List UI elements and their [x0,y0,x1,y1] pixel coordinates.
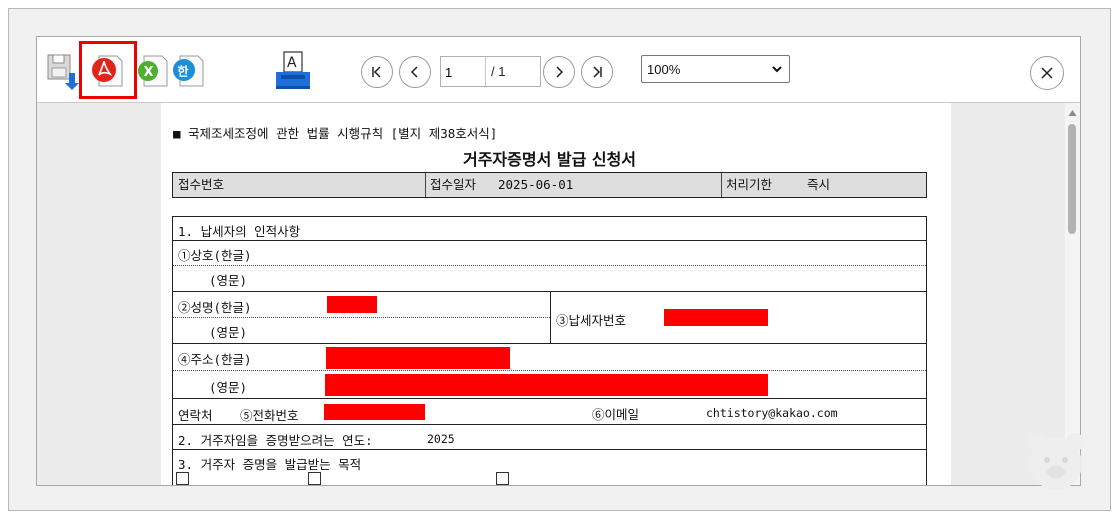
contact-label: 연락처 [178,408,213,423]
svg-text:X: X [144,65,154,80]
first-page-icon [372,66,381,78]
email-value: chtistory@kakao.com [706,406,838,420]
next-page-button[interactable] [543,56,575,88]
receipt-divider [425,173,426,197]
form-title: 거주자증명서 발급 신청서 [462,150,637,169]
receipt-number-label: 접수번호 [178,177,225,192]
receipt-divider [721,173,722,197]
address-en-label: (영문) [209,380,248,395]
chevron-left-icon [410,66,418,78]
taxpayer-info-table: 1. 납세자의 인적사항 ①상호(한글) (영문) ②성명(한글) (영문) ③… [172,216,927,485]
prev-page-button[interactable] [399,56,431,88]
close-icon [1041,67,1053,79]
section3-heading: 3. 거주자 증명을 발급받는 목적 [178,457,362,472]
address-ko-label: ④주소(한글) [178,352,252,367]
scroll-up-icon[interactable] [1068,109,1077,117]
total-pages: / 1 [491,64,506,79]
chevron-right-icon [556,66,564,78]
close-button[interactable] [1030,56,1064,90]
row-line [173,343,926,344]
pdf-icon[interactable] [90,53,123,87]
document-page: ■ 국제조세조정에 관한 법률 시행규칙 [별지 제38호서식] 거주자증명서 … [161,103,951,485]
zoom-select[interactable]: 100% [641,55,790,83]
purpose-checkbox[interactable] [308,472,321,485]
dotted-line [173,370,926,371]
current-page-input[interactable] [445,64,485,80]
company-ko-label: ①상호(한글) [178,248,252,263]
save-icon[interactable] [47,53,79,90]
page-box-divider [485,57,486,86]
row-line [173,449,926,450]
receipt-date-label: 접수일자 [430,177,477,192]
document-viewport[interactable]: ■ 국제조세조정에 관한 법률 시행규칙 [별지 제38호서식] 거주자증명서 … [37,103,1065,485]
form-reference: ■ 국제조세조정에 관한 법률 시행규칙 [별지 제38호서식] [173,126,498,141]
excel-icon[interactable]: X [135,53,168,87]
company-en-label: (영문) [209,273,248,288]
email-label: ⑥이메일 [592,407,640,422]
column-divider [550,291,551,343]
row-line [173,398,926,399]
section1-heading: 1. 납세자의 인적사항 [178,224,301,239]
section2-heading: 2. 거주자임을 증명받으려는 연도: [178,433,373,448]
redacted-address-ko [326,347,510,369]
redacted-name [327,296,377,313]
purpose-checkbox[interactable] [496,472,509,485]
svg-text:A: A [287,55,297,71]
scroll-thumb[interactable] [1068,124,1076,234]
name-ko-label: ②성명(한글) [178,300,252,315]
print-icon[interactable]: A [273,49,313,93]
last-page-button[interactable] [581,56,613,88]
deadline-label: 처리기한 [726,177,773,192]
purpose-checkbox[interactable] [176,472,189,485]
page-number-box: / 1 [440,56,541,87]
report-viewer-window: X 한 A 1 / 1 100% ■ 국제조세조정에 관한 법률 시행규칙 [별… [36,36,1081,486]
bear-watermark-icon [1028,433,1084,490]
zoom-value: 100% [647,62,681,77]
redacted-address-en [325,374,768,396]
deadline-value: 즉시 [807,177,831,192]
phone-label: ⑤전화번호 [240,408,299,423]
svg-text:한: 한 [178,64,189,79]
dotted-line [173,317,550,318]
row-line [173,240,926,241]
redacted-taxpayer-number [664,309,768,326]
dotted-line [173,265,926,266]
receipt-date-value: 2025-06-01 [498,177,574,192]
row-line [173,424,926,425]
receipt-row: 접수번호 접수일자 2025-06-01 처리기한 즉시 [172,172,927,198]
certificate-year: 2025 [427,432,455,446]
name-en-label: (영문) [209,325,248,340]
first-page-button[interactable] [361,56,393,88]
redacted-phone [324,404,425,420]
viewer-toolbar: X 한 A 1 / 1 100% [37,37,1080,103]
hwp-icon[interactable]: 한 [169,53,204,87]
last-page-icon [593,66,602,78]
chevron-down-icon [772,66,782,73]
taxpayer-number-label: ③납세자번호 [556,313,627,328]
